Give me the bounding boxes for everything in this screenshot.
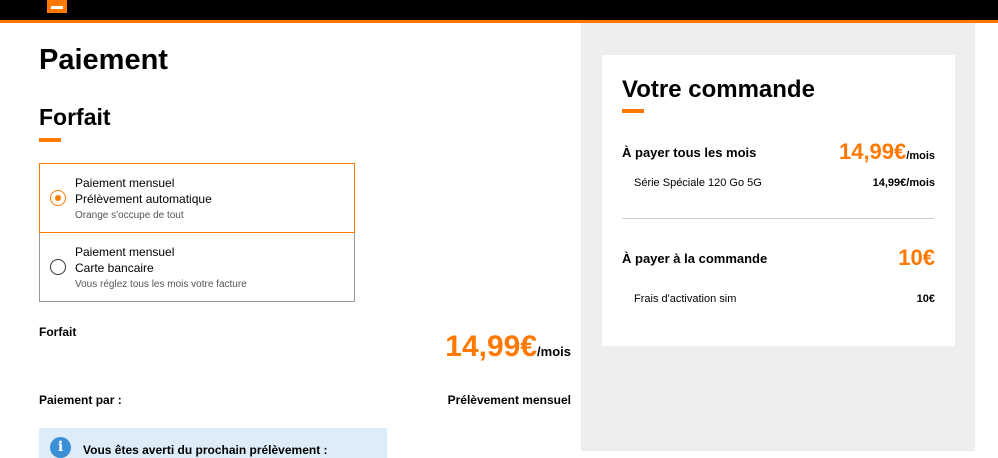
radio-unselected-icon[interactable] bbox=[50, 259, 66, 275]
option-description: Orange s'occupe de tout bbox=[75, 210, 184, 221]
order-summary-card: Votre commande À payer tous les mois 14,… bbox=[602, 55, 955, 346]
monthly-price: 14,99€/mois bbox=[839, 139, 935, 165]
radio-dot bbox=[54, 194, 61, 201]
order-title: Votre commande bbox=[622, 76, 815, 103]
forfait-price-amount: 14,99€ bbox=[445, 330, 538, 363]
payment-by-label: Paiement par : bbox=[39, 393, 122, 407]
forfait-price: 14,99€/mois bbox=[445, 330, 571, 364]
option-method: Carte bancaire bbox=[75, 261, 154, 275]
payment-option-prelevement[interactable]: Paiement mensuel Prélèvement automatique… bbox=[39, 163, 355, 233]
at-order-label: À payer à la commande bbox=[622, 251, 768, 266]
at-order-item-price: 10€ bbox=[916, 293, 935, 305]
payment-option-carte-bancaire[interactable]: Paiement mensuel Carte bancaire Vous rég… bbox=[39, 232, 355, 302]
at-order-item-name: Frais d'activation sim bbox=[634, 293, 737, 305]
option-type: Paiement mensuel bbox=[75, 176, 175, 190]
monthly-item-name: Série Spéciale 120 Go 5G bbox=[634, 177, 762, 189]
info-icon: i bbox=[50, 437, 71, 458]
forfait-price-unit: /mois bbox=[537, 344, 571, 359]
order-title-underline bbox=[622, 109, 644, 113]
payment-by-value: Prélèvement mensuel bbox=[447, 393, 571, 407]
page-margin bbox=[975, 23, 998, 451]
monthly-label: À payer tous les mois bbox=[622, 145, 757, 160]
info-box: i Vous êtes averti du prochain prélèveme… bbox=[39, 428, 387, 458]
monthly-price-amount: 14,99€ bbox=[838, 139, 907, 164]
forfait-section-title: Forfait bbox=[39, 104, 111, 130]
option-method: Prélèvement automatique bbox=[75, 192, 212, 206]
logo-mark bbox=[51, 6, 63, 9]
info-text: Vous êtes averti du prochain prélèvement… bbox=[83, 443, 328, 457]
monthly-price-unit: /mois bbox=[906, 150, 935, 162]
top-bar bbox=[0, 0, 998, 23]
page-title: Paiement bbox=[39, 44, 168, 76]
order-divider bbox=[622, 218, 934, 219]
orange-logo[interactable] bbox=[47, 0, 67, 13]
radio-selected-icon[interactable] bbox=[50, 190, 66, 206]
option-type: Paiement mensuel bbox=[75, 245, 175, 259]
monthly-item-price: 14,99€/mois bbox=[872, 177, 935, 189]
at-order-price: 10€ bbox=[898, 245, 935, 270]
option-description: Vous réglez tous les mois votre facture bbox=[75, 279, 247, 290]
forfait-label: Forfait bbox=[39, 325, 77, 339]
section-title-underline bbox=[39, 138, 61, 142]
